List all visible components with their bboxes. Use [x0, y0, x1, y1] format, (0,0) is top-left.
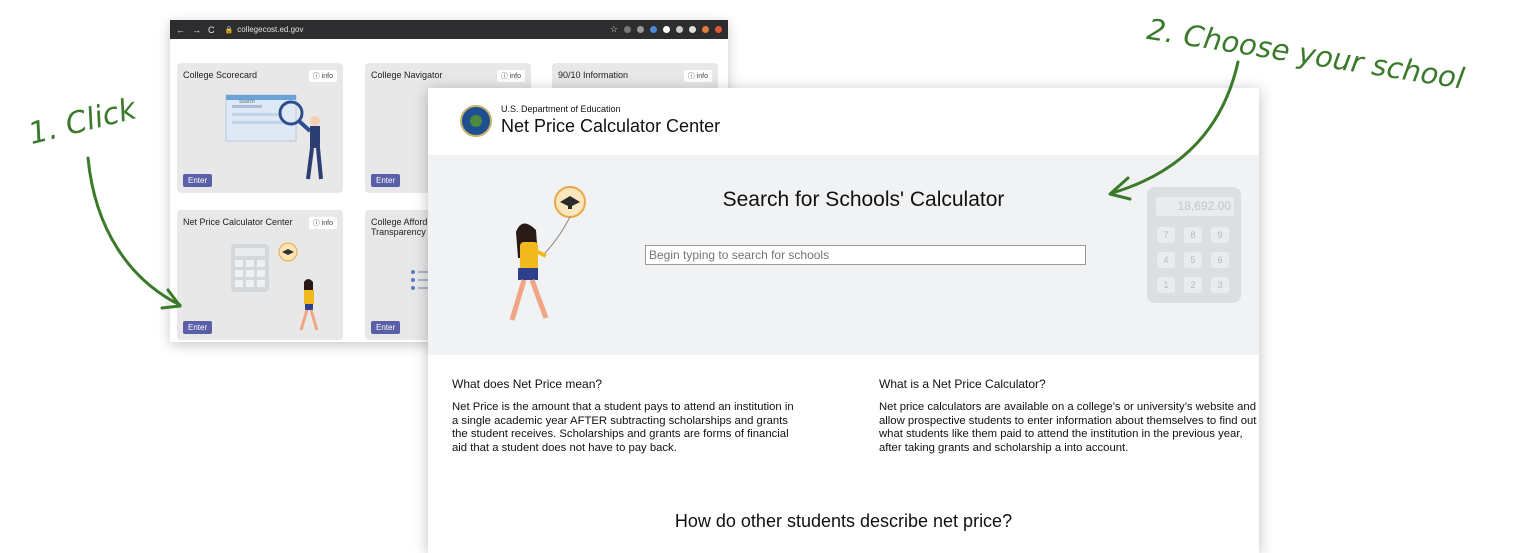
arrow-to-net-price-card: [86, 156, 182, 307]
arrow-to-search: [1110, 60, 1240, 195]
annotation-arrows: [86, 60, 1240, 310]
